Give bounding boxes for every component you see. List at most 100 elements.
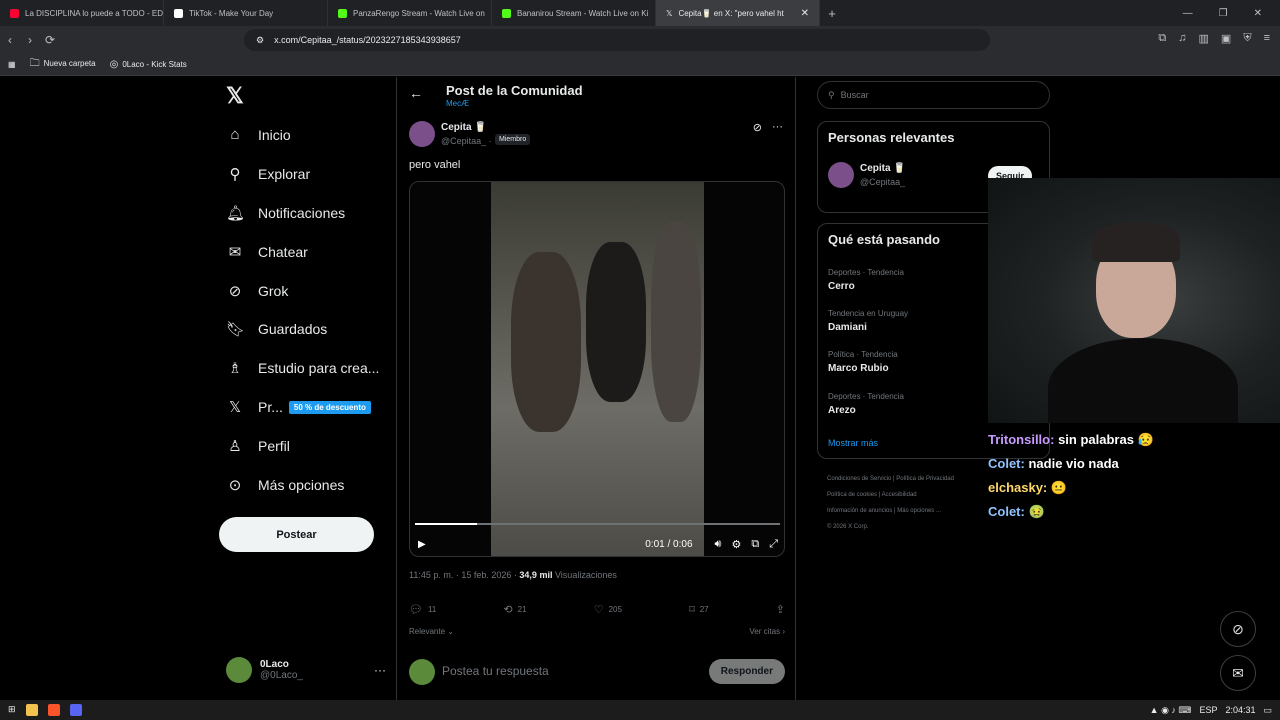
- restore-icon[interactable]: ❐: [1219, 8, 1228, 19]
- community-link[interactable]: MecÆ: [446, 99, 469, 108]
- bookmarks-bar: ▦ 🗀 Nueva carpeta ◎ 0Laco - Kick Stats: [0, 54, 1280, 76]
- creator-icon: ♗: [228, 360, 242, 377]
- nav-notifications[interactable]: 🔔︎ Notificaciones: [226, 204, 345, 222]
- browser-tab[interactable]: Bananirou Stream - Watch Live on Ki: [492, 0, 656, 26]
- pip-icon[interactable]: ⧉: [751, 538, 759, 551]
- back-arrow-icon[interactable]: ←: [409, 85, 423, 101]
- trend-item[interactable]: Tendencia en Uruguay Damiani: [828, 309, 908, 333]
- reply-input[interactable]: Postea tu respuesta: [442, 664, 549, 678]
- fullscreen-icon[interactable]: ⤢: [769, 538, 778, 551]
- share-action[interactable]: ⇪: [776, 603, 785, 616]
- grok-icon[interactable]: ⊘: [753, 121, 762, 134]
- view-quotes-link[interactable]: Ver citas ›: [749, 627, 785, 636]
- apps-icon[interactable]: ▦: [8, 60, 16, 69]
- site-settings-icon[interactable]: ⚙: [256, 35, 264, 46]
- reply-icon: 💬︎: [409, 604, 423, 616]
- reply-button[interactable]: Responder: [708, 659, 785, 684]
- close-window-icon[interactable]: ✕: [1254, 8, 1262, 19]
- nav-chat[interactable]: ✉ Chatear: [226, 243, 308, 261]
- extensions-icon[interactable]: ⧉: [1158, 32, 1166, 45]
- author-avatar[interactable]: [409, 121, 435, 147]
- url-field[interactable]: ⚙ x.com/Cepitaa_/status/2023227185343938…: [244, 29, 990, 51]
- page-title: Post de la Comunidad: [446, 83, 583, 98]
- post-meta: 11:45 p. m. · 15 feb. 2026 · 34,9 mil Vi…: [409, 570, 617, 580]
- tiktok-icon: [174, 8, 183, 18]
- author-name[interactable]: Cepita 🥛: [441, 122, 487, 133]
- avatar: [409, 659, 435, 685]
- brave-icon[interactable]: [47, 704, 60, 716]
- browser-tab-active[interactable]: 𝕏 Cepita🥛 en X: "pero vahel ht ✕: [656, 0, 820, 26]
- volume-icon[interactable]: 🔊︎: [715, 538, 722, 551]
- author-handle[interactable]: @Cepitaa_ ·: [441, 136, 492, 146]
- post-button[interactable]: Postear: [219, 517, 374, 552]
- nav-profile[interactable]: ♙ Perfil: [226, 437, 290, 455]
- search-input[interactable]: ⚲ Buscar: [817, 81, 1050, 109]
- account-switcher[interactable]: 0Laco @0Laco_ ···: [226, 657, 386, 683]
- shield-icon[interactable]: ⛨: [1243, 32, 1251, 45]
- minimize-icon[interactable]: —: [1183, 8, 1193, 19]
- chat-message: Tritonsillo: sin palabras 😥: [988, 432, 1154, 447]
- address-bar-row: ‹ › ⟳ ⚙ x.com/Cepitaa_/status/2023227185…: [0, 26, 1280, 54]
- file-explorer-icon[interactable]: [25, 704, 38, 716]
- messages-fab-icon[interactable]: ✉: [1220, 655, 1256, 691]
- browser-tab[interactable]: PanzaRengo Stream - Watch Live on: [328, 0, 492, 26]
- more-dots-icon[interactable]: ···: [374, 663, 386, 677]
- back-arrow-icon[interactable]: ‹: [0, 33, 20, 47]
- more-dots-icon[interactable]: ···: [772, 121, 783, 134]
- nav-creator-studio[interactable]: ♗ Estudio para crea...: [226, 359, 379, 377]
- footer-link[interactable]: Condiciones de Servicio: [827, 476, 891, 482]
- show-more-link[interactable]: Mostrar más: [828, 438, 878, 448]
- settings-gear-icon[interactable]: ⚙: [731, 538, 741, 551]
- nav-home[interactable]: ⌂ Inicio: [226, 126, 290, 143]
- browser-tab[interactable]: La DISCIPLINA lo puede a TODO - ED: [0, 0, 164, 26]
- browser-tab[interactable]: TikTok - Make Your Day: [164, 0, 328, 26]
- clock[interactable]: 2:04:31: [1225, 705, 1255, 715]
- nav-premium[interactable]: 𝕏 Pr... 50 % de descuento: [226, 398, 371, 416]
- reply-action[interactable]: 💬︎ 11: [409, 603, 436, 616]
- menu-icon[interactable]: ≡: [1264, 32, 1270, 45]
- footer-link[interactable]: Accesibilidad: [882, 492, 917, 498]
- person-name[interactable]: Cepita 🥛: [860, 163, 906, 174]
- heart-icon: ♡: [593, 604, 604, 616]
- bookmark-folder[interactable]: 🗀 Nueva carpeta: [30, 56, 96, 73]
- like-action[interactable]: ♡ 205: [594, 603, 622, 616]
- x-icon: 𝕏: [666, 8, 673, 18]
- close-tab-icon[interactable]: ✕: [801, 8, 809, 19]
- nav-bookmarks[interactable]: 🔖︎ Guardados: [226, 320, 327, 338]
- forward-arrow-icon[interactable]: ›: [20, 33, 40, 47]
- discord-icon[interactable]: [69, 704, 82, 716]
- grok-fab-icon[interactable]: ⊘: [1220, 611, 1256, 647]
- wallet-icon[interactable]: ▣: [1221, 32, 1231, 45]
- footer-link[interactable]: Política de cookies: [827, 492, 877, 498]
- windows-start-icon[interactable]: ⊞: [8, 704, 16, 716]
- video-progress-fill: [415, 523, 478, 525]
- avatar[interactable]: [828, 162, 854, 188]
- nav-grok[interactable]: ⊘ Grok: [226, 282, 289, 300]
- trend-item[interactable]: Deportes · Tendencia Cerro: [828, 268, 904, 292]
- bookmark-link[interactable]: ◎ 0Laco - Kick Stats: [110, 59, 187, 70]
- trend-item[interactable]: Política · Tendencia Marco Rubio: [828, 350, 898, 374]
- home-icon: ⌂: [230, 126, 240, 143]
- footer-link[interactable]: Más opciones ...: [897, 508, 941, 514]
- nav-more[interactable]: ⊙ Más opciones: [226, 476, 345, 494]
- footer-link[interactable]: Información de anuncios: [827, 508, 892, 514]
- language-indicator[interactable]: ESP: [1199, 705, 1217, 715]
- new-tab-button[interactable]: +: [820, 6, 844, 21]
- notifications-icon[interactable]: ▭: [1263, 705, 1272, 716]
- x-premium-icon: 𝕏: [228, 399, 242, 416]
- footer-link[interactable]: Política de Privacidad: [896, 476, 954, 482]
- bookmark-action[interactable]: ⌑ 27: [689, 603, 709, 616]
- sort-dropdown[interactable]: Relevante ⌄: [409, 627, 454, 636]
- tray-icons[interactable]: ▲ ◉ ♪ ⌨: [1150, 705, 1192, 716]
- x-logo-icon[interactable]: 𝕏: [226, 83, 244, 109]
- reload-icon[interactable]: ⟳: [40, 33, 60, 47]
- chat-message: Colet: nadie vio nada: [988, 456, 1119, 471]
- nav-explore[interactable]: ⚲ Explorar: [226, 165, 311, 183]
- sidebar-icon[interactable]: ▥: [1199, 32, 1209, 45]
- music-icon[interactable]: ♫: [1178, 32, 1186, 45]
- video-player[interactable]: ▶ 0:01 / 0:06 🔊︎ ⚙ ⧉ ⤢: [409, 181, 785, 557]
- repost-action[interactable]: ⟲ 21: [503, 603, 526, 616]
- play-icon[interactable]: ▶: [418, 539, 426, 550]
- trend-item[interactable]: Deportes · Tendencia Arezo: [828, 392, 904, 416]
- video-progress-bar[interactable]: [415, 523, 780, 525]
